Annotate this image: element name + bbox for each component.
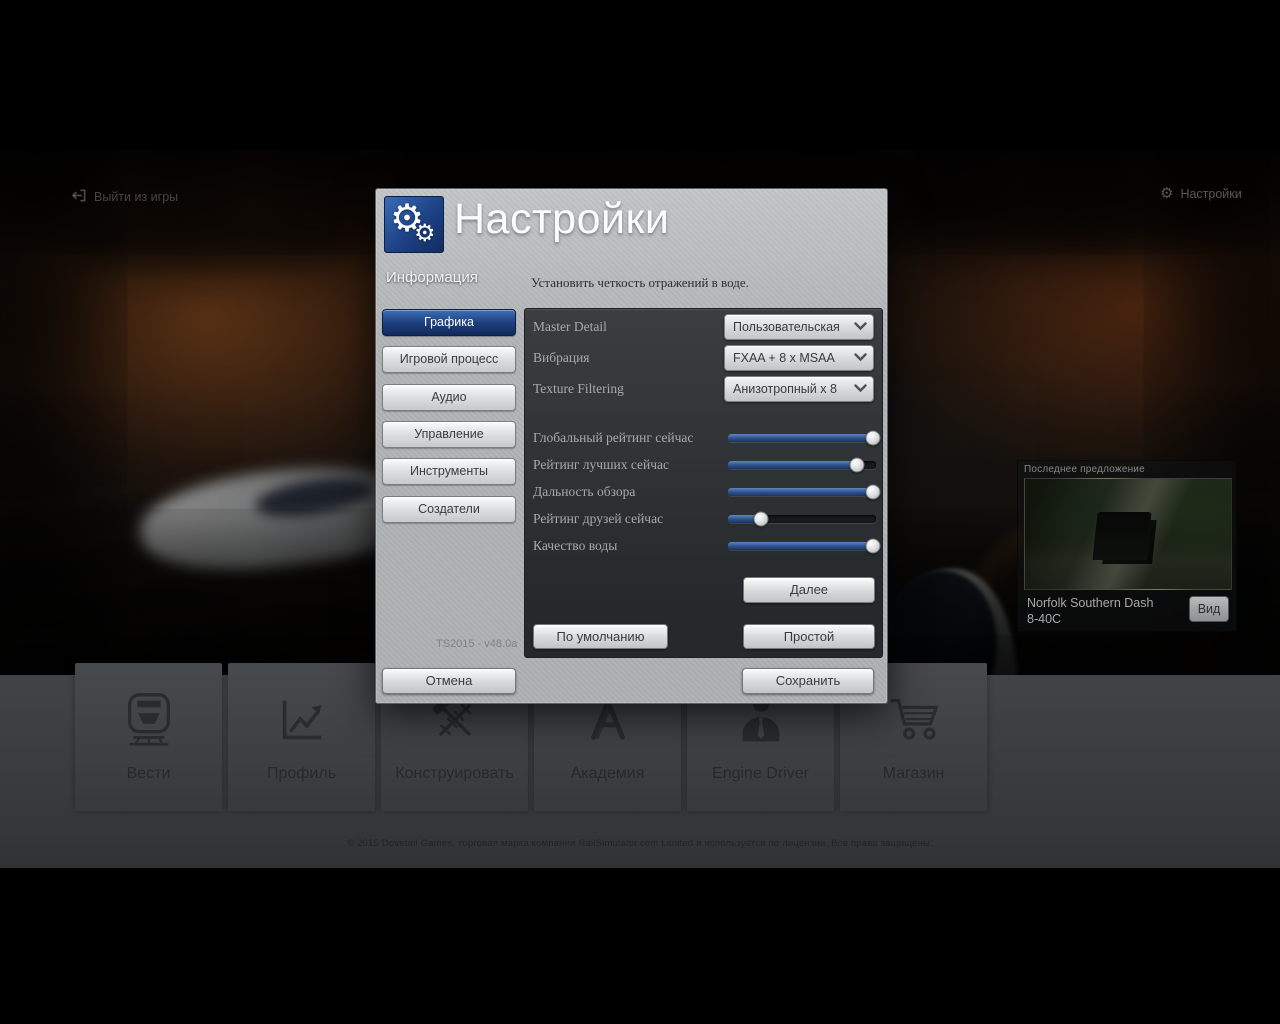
- simple-button[interactable]: Простой: [743, 624, 875, 649]
- gear-icon: ⚙: [414, 220, 436, 247]
- settings-gears-icon: ⚙ ⚙: [384, 196, 444, 253]
- slider-label: Рейтинг лучших сейчас: [533, 457, 669, 472]
- sidebar-item-graphics[interactable]: Графика: [382, 309, 516, 336]
- settings-link[interactable]: ⚙ Настройки: [1160, 186, 1242, 201]
- promo-image[interactable]: [1024, 478, 1232, 590]
- slider-fill: [728, 542, 874, 550]
- slider-label: Дальность обзора: [533, 484, 636, 499]
- dropdown-value: Пользовательская: [733, 320, 840, 334]
- exit-game-link[interactable]: Выйти из игры: [70, 187, 178, 207]
- nav-label: Академия: [570, 765, 645, 782]
- train-icon: [75, 689, 222, 753]
- chevron-down-icon: [847, 318, 873, 336]
- view-button[interactable]: Вид: [1189, 596, 1229, 622]
- slider-row-view-distance: Дальность обзора: [533, 479, 881, 505]
- nav-tile-drive[interactable]: Вести: [75, 663, 222, 811]
- slider-thumb[interactable]: [865, 538, 881, 554]
- setting-description: Установить четкость отражений в воде.: [531, 275, 749, 290]
- setting-row-texture-filtering: Texture Filtering Анизотропный x 8: [533, 376, 876, 402]
- slider-thumb[interactable]: [865, 484, 881, 500]
- master-detail-dropdown[interactable]: Пользовательская: [724, 314, 874, 340]
- dropdown-value: Анизотропный x 8: [733, 382, 837, 396]
- nav-label: Engine Driver: [712, 765, 809, 782]
- nav-label: Вести: [126, 765, 171, 782]
- defaults-button[interactable]: По умолчанию: [533, 624, 668, 649]
- sidebar-item-credits[interactable]: Создатели: [382, 496, 516, 523]
- screen: DB Выйти из игры ⚙ Настройки Последнее п…: [0, 0, 1280, 1024]
- top-rating-slider[interactable]: [728, 457, 876, 473]
- slider-row-global-rating: Глобальный рейтинг сейчас: [533, 425, 881, 451]
- texture-filtering-dropdown[interactable]: Анизотропный x 8: [724, 376, 874, 402]
- slider-label: Качество воды: [533, 538, 618, 553]
- dropdown-value: FXAA + 8 x MSAA: [733, 351, 835, 365]
- slider-thumb[interactable]: [849, 457, 865, 473]
- nav-tile-profile[interactable]: Профиль: [228, 663, 375, 811]
- slider-row-water-quality: Качество воды: [533, 533, 881, 559]
- copyright-text: © 2015 Dovetail Games, торговая марка ко…: [347, 838, 933, 849]
- slider-label: Глобальный рейтинг сейчас: [533, 430, 694, 445]
- nav-label: Конструировать: [395, 765, 514, 782]
- section-label: Информация: [386, 269, 478, 286]
- promo-title-line1: Norfolk Southern Dash: [1027, 596, 1154, 610]
- slider-fill: [728, 488, 874, 496]
- exit-label: Выйти из игры: [94, 190, 179, 204]
- setting-label: Texture Filtering: [533, 381, 624, 396]
- slider-fill: [728, 461, 857, 469]
- sidebar-item-controls[interactable]: Управление: [382, 421, 516, 448]
- settings-link-label: Настройки: [1180, 186, 1242, 201]
- antialiasing-dropdown[interactable]: FXAA + 8 x MSAA: [724, 345, 874, 371]
- chevron-down-icon: [847, 349, 873, 367]
- chart-icon: [228, 689, 375, 753]
- sidebar-item-tools[interactable]: Инструменты: [382, 458, 516, 485]
- slider-row-friends-rating: Рейтинг друзей сейчас: [533, 506, 876, 532]
- slider-fill: [728, 434, 874, 442]
- promo-panel: Последнее предложение Norfolk Southern D…: [1017, 460, 1237, 632]
- setting-row-master-detail: Master Detail Пользовательская: [533, 314, 876, 340]
- water-quality-slider[interactable]: [728, 538, 881, 554]
- sidebar-item-audio[interactable]: Аудио: [382, 384, 516, 411]
- chevron-down-icon: [847, 380, 873, 398]
- global-rating-slider[interactable]: [728, 430, 881, 446]
- promo-dim-overlay: [1025, 479, 1231, 589]
- promo-header: Последнее предложение: [1024, 464, 1145, 475]
- save-button[interactable]: Сохранить: [742, 668, 874, 694]
- graphics-settings-panel: Master Detail Пользовательская Вибрация …: [524, 308, 883, 658]
- next-button[interactable]: Далее: [743, 577, 875, 603]
- dialog-title: Настройки: [454, 195, 670, 243]
- setting-label: Master Detail: [533, 319, 607, 334]
- promo-title: Norfolk Southern Dash 8-40C: [1027, 595, 1187, 627]
- version-text: TS2015 - v48.0a: [436, 638, 518, 650]
- slider-label: Рейтинг друзей сейчас: [533, 511, 664, 526]
- cancel-button[interactable]: Отмена: [382, 668, 516, 694]
- gear-icon: ⚙: [1160, 185, 1174, 202]
- setting-row-antialiasing: Вибрация FXAA + 8 x MSAA: [533, 345, 876, 371]
- sidebar-item-gameplay[interactable]: Игровой процесс: [382, 346, 516, 373]
- slider-row-top-rating: Рейтинг лучших сейчас: [533, 452, 876, 478]
- nav-label: Профиль: [266, 765, 337, 782]
- slider-thumb[interactable]: [865, 430, 881, 446]
- settings-dialog: ⚙ ⚙ Настройки Информация Установить четк…: [375, 188, 888, 704]
- promo-title-line2: 8-40C: [1027, 612, 1062, 626]
- nav-label: Магазин: [882, 765, 945, 782]
- friends-rating-slider[interactable]: [728, 511, 876, 527]
- exit-icon: [70, 187, 87, 207]
- slider-thumb[interactable]: [753, 511, 769, 527]
- setting-label: Вибрация: [533, 350, 590, 365]
- view-distance-slider[interactable]: [728, 484, 881, 500]
